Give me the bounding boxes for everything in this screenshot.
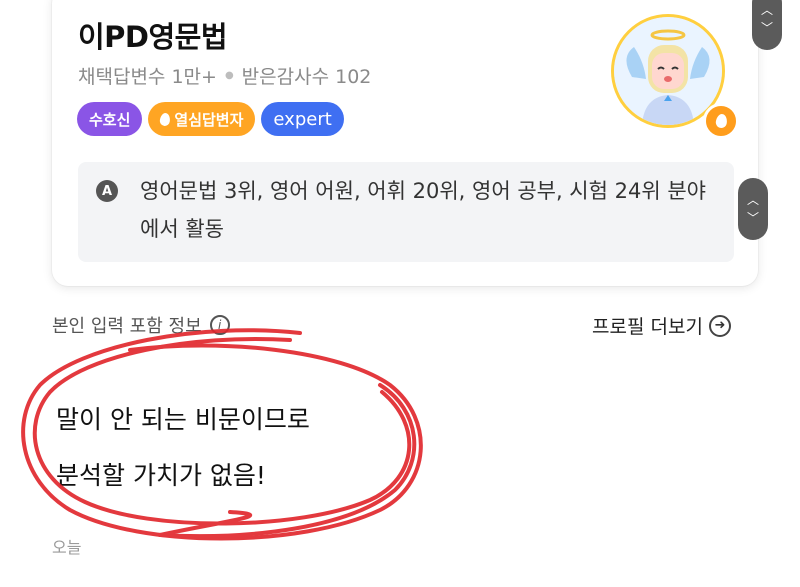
scroll-control-middle[interactable]: ︿ ﹀ [738,178,768,240]
scroll-control-top[interactable]: ︿ ﹀ [752,0,782,50]
self-input-info[interactable]: 본인 입력 포함 정보 i [52,312,230,338]
profile-more-label: 프로필 더보기 [592,316,703,338]
expert-badge: expert [261,102,344,136]
guardian-badge: 수호신 [77,102,143,136]
separator-dot: ● [224,70,234,81]
passionate-badge-label: 열심답변자 [174,110,244,129]
answer-text: 말이 안 되는 비문이므로 분석할 가치가 없음! [56,392,310,504]
fire-icon [703,103,739,139]
chevron-up-icon[interactable]: ︿ [747,194,759,206]
badge-row: 수호신 열심답변자 expert [77,102,344,136]
profile-stats: 채택답변수 1만+ ● 받은감사수 102 [78,62,371,89]
thanks-count: 받은감사수 102 [241,66,372,88]
chevron-down-icon[interactable]: ﹀ [761,22,773,34]
chevron-down-icon[interactable]: ﹀ [747,212,759,224]
activity-fields-text: 영어문법 3위, 영어 어원, 어휘 20위, 영어 공부, 시험 24위 분야… [140,179,706,241]
chevron-up-icon[interactable]: ︿ [761,4,773,16]
self-input-info-label: 본인 입력 포함 정보 [52,316,202,337]
arrow-right-icon: ➜ [708,314,731,337]
adopted-count: 채택답변수 1만+ [78,66,217,88]
fire-icon [159,111,172,127]
profile-name[interactable]: 이PD영문법 [78,14,228,56]
answer-line: 분석할 가치가 없음! [56,461,266,490]
answer-line: 말이 안 되는 비문이므로 [56,405,310,434]
answer-date: 오늘 [52,538,82,557]
passionate-badge: 열심답변자 [148,102,256,136]
profile-more-link[interactable]: 프로필 더보기 ➜ [592,312,731,339]
answer-a-icon: A [96,180,118,202]
angel-avatar-illustration [614,17,722,125]
activity-fields-box: A 영어문법 3위, 영어 어원, 어휘 20위, 영어 공부, 시험 24위 … [78,162,734,262]
info-icon[interactable]: i [209,315,230,335]
